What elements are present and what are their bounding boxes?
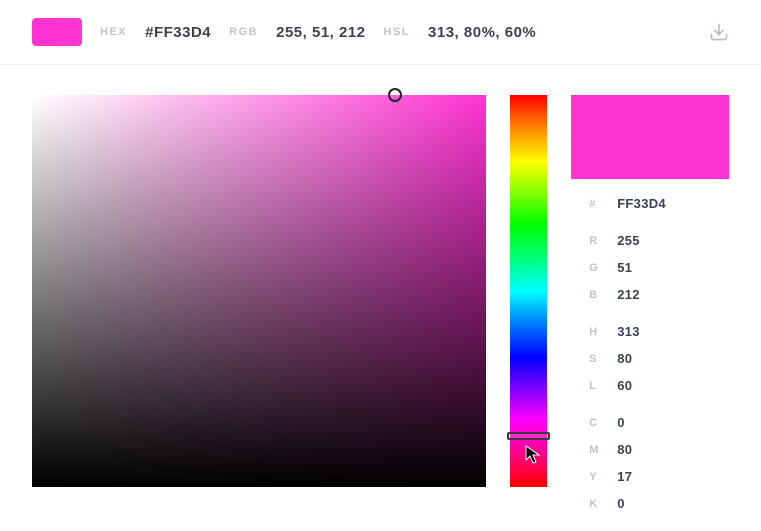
saturation-value-wrap	[32, 95, 486, 487]
g-label: G	[589, 262, 617, 274]
header-swatch	[32, 18, 82, 46]
sv-black-overlay	[32, 95, 486, 487]
info-list: #FF33D4 R255 G51 B212 H313 S80 L60 C0 M8…	[571, 179, 729, 517]
download-icon[interactable]	[709, 22, 729, 42]
info-g[interactable]: 51	[617, 260, 632, 275]
hex-value[interactable]: #FF33D4	[145, 24, 211, 41]
r-label: R	[589, 235, 617, 247]
info-k[interactable]: 0	[617, 496, 625, 511]
info-s[interactable]: 80	[617, 351, 632, 366]
info-hex[interactable]: FF33D4	[617, 196, 666, 211]
main-content: #FF33D4 R255 G51 B212 H313 S80 L60 C0 M8…	[0, 65, 761, 517]
header-bar: HEX #FF33D4 RGB 255, 51, 212 HSL 313, 80…	[0, 0, 761, 65]
hex-label: HEX	[100, 26, 127, 38]
l-label: L	[589, 380, 617, 392]
y-label: Y	[589, 471, 617, 483]
info-y[interactable]: 17	[617, 469, 632, 484]
info-c[interactable]: 0	[617, 415, 625, 430]
hue-slider[interactable]	[510, 95, 547, 487]
cursor-icon	[525, 445, 541, 465]
m-label: M	[589, 444, 617, 456]
info-r[interactable]: 255	[617, 233, 640, 248]
c-label: C	[589, 417, 617, 429]
hsl-label: HSL	[384, 26, 411, 38]
info-l[interactable]: 60	[617, 378, 632, 393]
info-panel: #FF33D4 R255 G51 B212 H313 S80 L60 C0 M8…	[571, 95, 729, 517]
hash-label: #	[589, 198, 617, 210]
hsl-value[interactable]: 313, 80%, 60%	[428, 24, 536, 41]
hue-handle[interactable]	[507, 432, 550, 440]
b-label: B	[589, 289, 617, 301]
info-b[interactable]: 212	[617, 287, 640, 302]
k-label: K	[589, 498, 617, 510]
info-m[interactable]: 80	[617, 442, 632, 457]
rgb-label: RGB	[229, 26, 258, 38]
saturation-value-picker[interactable]	[32, 95, 486, 487]
s-label: S	[589, 353, 617, 365]
info-swatch	[571, 95, 729, 179]
rgb-value[interactable]: 255, 51, 212	[276, 24, 365, 41]
h-label: H	[589, 326, 617, 338]
info-h[interactable]: 313	[617, 324, 640, 339]
